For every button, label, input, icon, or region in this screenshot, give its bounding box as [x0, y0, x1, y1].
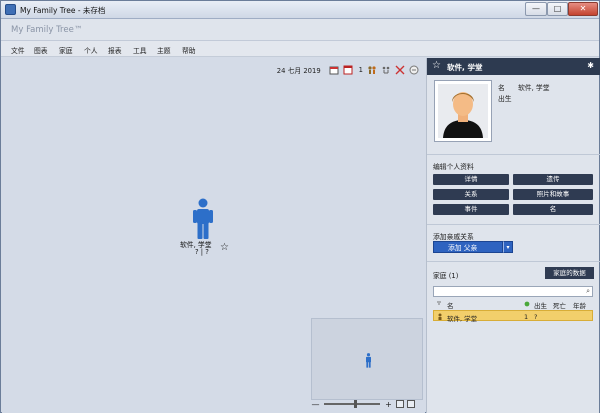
app-title: My Family Tree™	[11, 25, 83, 35]
app-header: My Family Tree™	[1, 19, 599, 41]
events-button[interactable]: 事件	[433, 204, 509, 215]
gear-icon[interactable]: ✱	[587, 61, 594, 70]
menu-tools[interactable]: 工具	[133, 45, 147, 55]
menu-bar: 文件 图表 家庭 个人 报表 工具 主题 帮助	[1, 41, 599, 57]
family-count-label: 家庭 (1)	[433, 272, 459, 280]
panel-star-icon[interactable]: ☆	[432, 60, 441, 71]
fit-screen-icon[interactable]	[396, 400, 404, 408]
calendar-icon[interactable]	[329, 65, 339, 75]
col-death[interactable]: 死亡	[553, 300, 566, 310]
row-death: ?	[534, 313, 538, 321]
table-row[interactable]: 软件, 学堂 1 ?	[433, 310, 593, 323]
zoom-out-button[interactable]: —	[311, 400, 320, 409]
menu-person[interactable]: 个人	[84, 45, 98, 55]
panel-header: ☆ 软件, 学堂 ✱	[427, 58, 600, 75]
status-dot-icon	[524, 301, 530, 307]
generation-count: 1	[358, 66, 363, 74]
zoom-in-button[interactable]: +	[384, 400, 393, 409]
mini-map[interactable]	[311, 318, 423, 400]
remove-tools-icon[interactable]	[395, 65, 405, 75]
edit-profile-title: 编辑个人资料	[433, 163, 474, 171]
zoom-slider-knob[interactable]	[354, 400, 357, 408]
row-birth: 1	[524, 313, 529, 321]
avatar-silhouette-icon	[443, 92, 483, 138]
names-button[interactable]: 名	[513, 204, 593, 215]
menu-theme[interactable]: 主题	[157, 45, 171, 55]
menu-reports[interactable]: 报表	[108, 45, 122, 55]
fullscreen-icon[interactable]	[407, 400, 415, 408]
person-dates-label: ? | ?	[195, 248, 209, 256]
photos-stories-button[interactable]: 照片和故事	[513, 189, 593, 200]
col-birth[interactable]: 出生	[534, 300, 547, 310]
menu-help[interactable]: 帮助	[182, 45, 196, 55]
name-field-label: 名	[498, 84, 505, 92]
zoom-slider[interactable]	[324, 400, 380, 408]
mini-person-icon	[366, 353, 371, 368]
details-button[interactable]: 详情	[433, 174, 509, 185]
zoom-bar: — +	[311, 398, 423, 410]
panel-person-name: 软件, 学堂	[447, 63, 483, 72]
birth-field-label: 出生	[498, 95, 512, 103]
edit-profile-section	[427, 154, 600, 155]
col-name[interactable]: 名	[447, 300, 454, 310]
person-photo[interactable]	[434, 80, 492, 142]
menu-charts[interactable]: 图表	[34, 45, 48, 55]
person-small-icon	[438, 313, 442, 320]
menu-family[interactable]: 家庭	[59, 45, 73, 55]
tree-canvas[interactable]: 24 七月 2019 1 软件, 学堂 ? | ? ☆ — +	[2, 58, 425, 413]
app-window: My Family Tree - 未存档 — □ ✕ My Family Tre…	[0, 0, 600, 413]
add-father-button[interactable]: 添加 父亲	[433, 241, 503, 253]
window-title: My Family Tree - 未存档	[20, 6, 106, 15]
family-data-button[interactable]: 家庭的数据	[545, 267, 594, 279]
app-icon	[5, 4, 16, 15]
name-field-value: 软件, 学堂	[518, 84, 550, 92]
minimize-button[interactable]: —	[525, 2, 547, 16]
current-date: 24 七月 2019	[276, 67, 321, 75]
close-button[interactable]: ✕	[568, 2, 598, 16]
person-panel: ☆ 软件, 学堂 ✱ 名 软件, 学堂 出生 编辑个人资料 详情 遗传 关系 照…	[426, 58, 600, 413]
menu-file[interactable]: 文件	[11, 45, 25, 55]
layout-tree-icon[interactable]	[381, 65, 391, 75]
family-search-input[interactable]: ⌕	[433, 286, 593, 297]
add-relative-section	[427, 224, 600, 225]
title-bar[interactable]: My Family Tree - 未存档 — □ ✕	[1, 1, 599, 19]
genetics-button[interactable]: 遗传	[513, 174, 593, 185]
relations-button[interactable]: 关系	[433, 189, 509, 200]
options-circle-icon[interactable]	[409, 65, 419, 75]
col-age[interactable]: 年龄	[573, 300, 586, 310]
family-section	[427, 261, 600, 262]
search-icon[interactable]: ⌕	[586, 287, 590, 296]
favorite-star-icon[interactable]: ☆	[220, 242, 229, 253]
canvas-toolbar: 24 七月 2019 1	[277, 64, 419, 76]
person-figure-icon[interactable]	[192, 198, 214, 240]
add-relative-title: 添加亲戚关系	[433, 233, 474, 241]
sort-icon[interactable]	[436, 301, 442, 307]
add-relative-dropdown[interactable]: ▾	[503, 241, 513, 253]
maximize-button[interactable]: □	[547, 2, 568, 16]
calendar-red-icon[interactable]	[343, 65, 353, 75]
row-name: 软件, 学堂	[447, 315, 478, 323]
family-people-icon[interactable]	[367, 65, 377, 75]
